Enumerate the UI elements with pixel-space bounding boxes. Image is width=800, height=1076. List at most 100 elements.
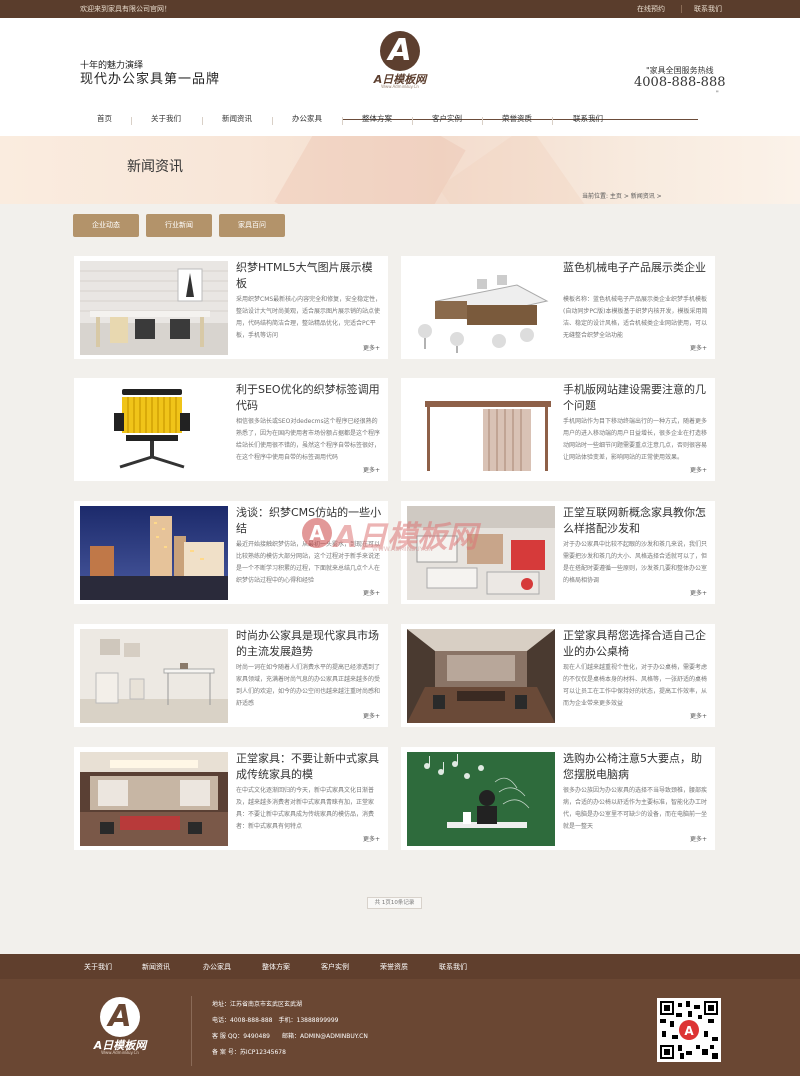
article-summary: 对于办公家具中比较不起眼的沙发和茶几来说，我们只需要把沙发和茶几的大小、风格选择… xyxy=(563,541,708,584)
nav-news[interactable]: 新闻资讯 xyxy=(222,113,252,124)
article-card[interactable]: 手机版网站建设需要注意的几个问题 手机网站作为目下移动终端出行的一种方式，随着更… xyxy=(401,378,715,481)
article-card[interactable]: 蓝色机械电子产品展示类企业 模板名称：蓝色机械电子产品展示类企业织梦手机模板(自… xyxy=(401,256,715,359)
footer-logo-subtext: Www.AdminBuy.Cn xyxy=(101,1050,139,1055)
footer-logo-letter: A xyxy=(108,999,132,1034)
pagination-info: 共 1页10条记录 xyxy=(367,897,422,909)
nav-contact[interactable]: 联系我们 xyxy=(573,113,603,124)
main-nav: 首页 关于我们 新闻资讯 办公家具 整体方案 客户实例 荣誉资质 联系我们 xyxy=(80,113,720,129)
footer-icp: 备 案 号：苏ICP12345678 xyxy=(212,1049,286,1056)
hotline-mark: " xyxy=(716,90,719,97)
article-thumbnail[interactable] xyxy=(407,629,555,723)
article-summary: 手机网站作为目下移动终端出行的一种方式，随着更多用户的进入移动端的用户日益增长，… xyxy=(563,418,708,461)
article-summary: 采用织梦CMS最新核心内容完全和修复，安全稳定性，整站设计大气时尚美观，适合展示… xyxy=(236,296,382,339)
article-card[interactable]: 利于SEO优化的织梦标签调用代码 相信很多站长或SEO对dedecms这个程序已… xyxy=(74,378,388,481)
nav-separator xyxy=(482,117,483,125)
more-link[interactable]: 更多+ xyxy=(363,588,380,597)
more-link[interactable]: 更多+ xyxy=(690,711,707,720)
top-bar: 欢迎来到家具有限公司官网！ 在线预约 联系我们 xyxy=(0,0,800,18)
more-link[interactable]: 更多+ xyxy=(363,465,380,474)
contact-link[interactable]: 联系我们 xyxy=(694,0,722,18)
article-summary: 相信很多站长或SEO对dedecms这个程序已经很熟的熟悉了，因为在国内使用者市… xyxy=(236,418,381,461)
article-title[interactable]: 正堂家具：不要让新中式家具成传统家具的模 xyxy=(236,751,382,783)
article-thumbnail[interactable] xyxy=(80,506,228,600)
footer-nav-cases[interactable]: 客户实例 xyxy=(321,962,349,972)
more-link[interactable]: 更多+ xyxy=(690,588,707,597)
more-link[interactable]: 更多+ xyxy=(690,465,707,474)
article-card[interactable]: 正堂家具：不要让新中式家具成传统家具的模 在中式文化逐渐回归的今天，新中式家具文… xyxy=(74,747,388,850)
nav-separator xyxy=(342,117,343,125)
more-link[interactable]: 更多+ xyxy=(363,343,380,352)
banner-decoration xyxy=(438,136,592,204)
appointment-link[interactable]: 在线预约 xyxy=(637,0,665,18)
article-thumbnail[interactable] xyxy=(407,261,555,355)
qr-code-icon: A xyxy=(660,1001,718,1059)
footer-nav: 关于我们 新闻资讯 办公家具 整体方案 客户实例 荣誉资质 联系我们 xyxy=(0,954,800,979)
footer-phone: 电话：4008-888-888 手机：13888899999 xyxy=(212,1017,339,1024)
nav-home[interactable]: 首页 xyxy=(97,113,112,124)
qr-code: A xyxy=(657,998,721,1062)
article-thumbnail[interactable] xyxy=(80,752,228,846)
article-thumbnail[interactable] xyxy=(407,752,555,846)
banner-decoration xyxy=(274,136,466,204)
category-button-company[interactable]: 企业动态 xyxy=(73,214,139,237)
category-button-industry[interactable]: 行业新闻 xyxy=(146,214,212,237)
article-thumbnail[interactable] xyxy=(80,629,228,723)
nav-solutions[interactable]: 整体方案 xyxy=(362,113,392,124)
footer-nav-about[interactable]: 关于我们 xyxy=(84,962,112,972)
nav-separator xyxy=(131,117,132,125)
watermark-subtext: WWW.ADMINBUY.CN xyxy=(372,546,433,553)
footer-nav-news[interactable]: 新闻资讯 xyxy=(142,962,170,972)
footer-nav-honors[interactable]: 荣誉资质 xyxy=(380,962,408,972)
article-title[interactable]: 利于SEO优化的织梦标签调用代码 xyxy=(236,382,382,414)
article-summary: 很多办公族因为办公家具的选择不当导致颈椎，腰部疾病，合适的办公椅以舒适作为主要标… xyxy=(563,787,708,830)
article-card[interactable]: 织梦HTML5大气图片展示模板 采用织梦CMS最新核心内容完全和修复，安全稳定性… xyxy=(74,256,388,359)
footer-nav-solutions[interactable]: 整体方案 xyxy=(262,962,290,972)
footer-divider xyxy=(191,996,192,1066)
hotline-number: 4008-888-888 xyxy=(634,75,726,90)
slogan-big: 现代办公家具第一品牌 xyxy=(80,72,221,87)
more-link[interactable]: 更多+ xyxy=(690,343,707,352)
nav-separator xyxy=(412,117,413,125)
nav-honors[interactable]: 荣誉资质 xyxy=(502,113,532,124)
page-title: 新闻资讯 xyxy=(127,159,183,175)
footer-address: 地址：江苏省南京市玄武区玄武湖 xyxy=(212,1001,303,1008)
article-thumbnail[interactable] xyxy=(80,383,228,477)
article-thumbnail[interactable] xyxy=(80,261,228,355)
footer-nav-furniture[interactable]: 办公家具 xyxy=(203,962,231,972)
more-link[interactable]: 更多+ xyxy=(690,834,707,843)
article-title[interactable]: 正堂家具帮您选择合适自己企业的办公桌椅 xyxy=(563,628,709,660)
article-title[interactable]: 选购办公椅注意5大要点，助您摆脱电脑病 xyxy=(563,751,709,783)
article-title[interactable]: 蓝色机械电子产品展示类企业 xyxy=(563,260,709,276)
article-summary: 模板名称：蓝色机械电子产品展示类企业织梦手机模板(自动同步PC版)本模板基于织梦… xyxy=(563,296,708,339)
nav-separator xyxy=(552,117,553,125)
article-summary: 时尚一词在如今随着人们消费水平的提高已经渗透到了家具领域，充满着时尚气息的办公家… xyxy=(236,664,381,707)
welcome-text: 欢迎来到家具有限公司官网！ xyxy=(80,5,171,13)
site-logo[interactable]: A A日模板网 Www.AdminBuy.Cn xyxy=(370,31,430,91)
nav-about[interactable]: 关于我们 xyxy=(151,113,181,124)
nav-separator xyxy=(202,117,203,125)
article-title[interactable]: 手机版网站建设需要注意的几个问题 xyxy=(563,382,709,414)
article-card[interactable]: 时尚办公家具是现代家具市场的主流发展趋势 时尚一词在如今随着人们消费水平的提高已… xyxy=(74,624,388,727)
more-link[interactable]: 更多+ xyxy=(363,834,380,843)
breadcrumb[interactable]: 当前位置: 主页 > 新闻资讯 > xyxy=(582,191,662,200)
article-title[interactable]: 正堂互联网新概念家具教你怎么样搭配沙发和 xyxy=(563,505,709,537)
article-thumbnail[interactable] xyxy=(407,383,555,477)
nav-furniture[interactable]: 办公家具 xyxy=(292,113,322,124)
watermark: A A日模板网 WWW.ADMINBUY.CN xyxy=(302,498,502,558)
category-button-faq[interactable]: 家具百问 xyxy=(219,214,285,237)
logo-letter: A xyxy=(388,33,412,68)
article-title[interactable]: 时尚办公家具是现代家具市场的主流发展趋势 xyxy=(236,628,382,660)
nav-cases[interactable]: 客户实例 xyxy=(432,113,462,124)
footer-nav-contact[interactable]: 联系我们 xyxy=(439,962,467,972)
watermark-logo-icon: A xyxy=(302,518,332,548)
article-summary: 在中式文化逐渐回归的今天，新中式家具文化日渐普及，越来越多消费者对新中式家具青睐… xyxy=(236,787,375,830)
article-title[interactable]: 织梦HTML5大气图片展示模板 xyxy=(236,260,382,292)
article-summary: 现在人们越来越重视个性化，对于办公桌椅，需要考虑的不仅仅是桌椅本身的材料、风格等… xyxy=(563,664,708,707)
svg-text:A: A xyxy=(684,1024,694,1038)
logo-subtext: Www.AdminBuy.Cn xyxy=(381,84,419,89)
article-card[interactable]: 选购办公椅注意5大要点，助您摆脱电脑病 很多办公族因为办公家具的选择不当导致颈椎… xyxy=(401,747,715,850)
more-link[interactable]: 更多+ xyxy=(363,711,380,720)
footer-logo: A A日模板网 Www.AdminBuy.Cn xyxy=(90,997,150,1057)
article-card[interactable]: 正堂家具帮您选择合适自己企业的办公桌椅 现在人们越来越重视个性化，对于办公桌椅，… xyxy=(401,624,715,727)
footer-qq-email: 客 服 QQ：9490489 邮箱：ADMIN@ADMINBUY.CN xyxy=(212,1033,368,1040)
